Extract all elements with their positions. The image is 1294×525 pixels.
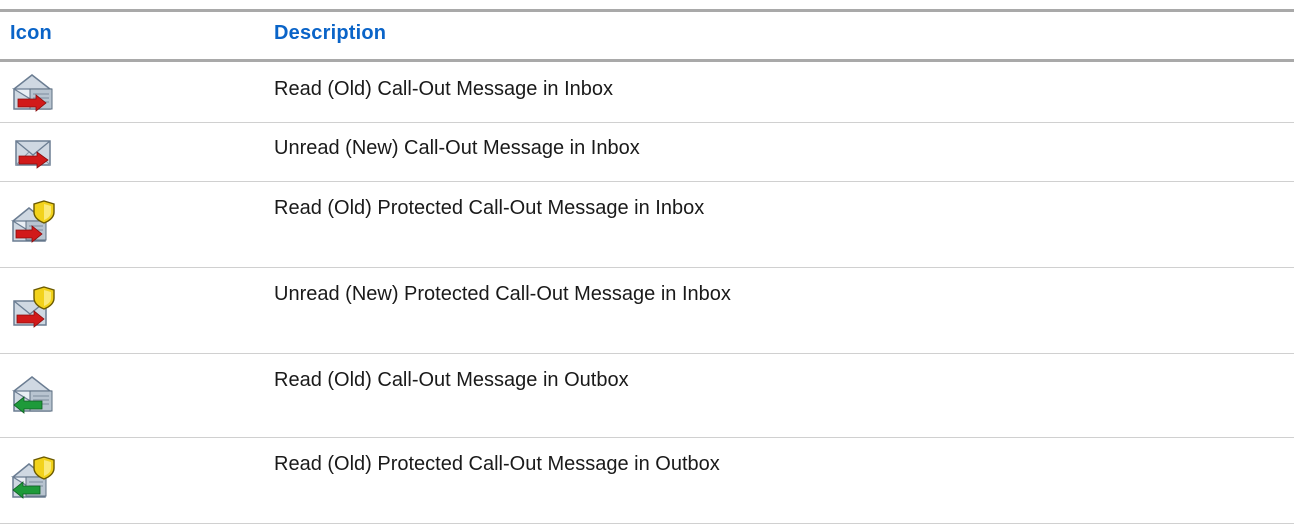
row-description: Read (Old) Call-Out Message in Inbox <box>274 78 614 100</box>
row-description: Read (Old) Protected Call-Out Message in… <box>274 197 705 219</box>
read-callout-inbox-icon <box>10 69 56 115</box>
unread-callout-inbox-icon <box>10 129 56 175</box>
read-protected-callout-outbox-icon <box>10 455 56 501</box>
unread-protected-callout-inbox-icon <box>10 285 56 331</box>
column-header-description: Description <box>274 22 387 44</box>
table-row: Read (Old) Protected Call-Out Message in… <box>0 181 1294 268</box>
table-row: Unread (New) Call-Out Message in Inbox <box>0 122 1294 182</box>
table-row: Read (Old) Call-Out Message in Outbox <box>0 353 1294 438</box>
table-row: Read (Old) Call-Out Message in Inbox <box>0 62 1294 123</box>
icon-description-table: Icon Description Read (Old) Call-Out Mes… <box>0 0 1294 525</box>
row-description: Read (Old) Call-Out Message in Outbox <box>274 369 629 391</box>
read-callout-outbox-icon <box>10 371 56 417</box>
read-protected-callout-inbox-icon <box>10 199 56 245</box>
table-row: Unread (New) Protected Call-Out Message … <box>0 267 1294 354</box>
table-header-row: Icon Description <box>0 12 1294 62</box>
table-row: Read (Old) Protected Call-Out Message in… <box>0 437 1294 524</box>
row-description: Read (Old) Protected Call-Out Message in… <box>274 453 720 475</box>
row-description: Unread (New) Protected Call-Out Message … <box>274 283 731 305</box>
row-description: Unread (New) Call-Out Message in Inbox <box>274 137 640 159</box>
column-header-icon: Icon <box>10 22 52 44</box>
